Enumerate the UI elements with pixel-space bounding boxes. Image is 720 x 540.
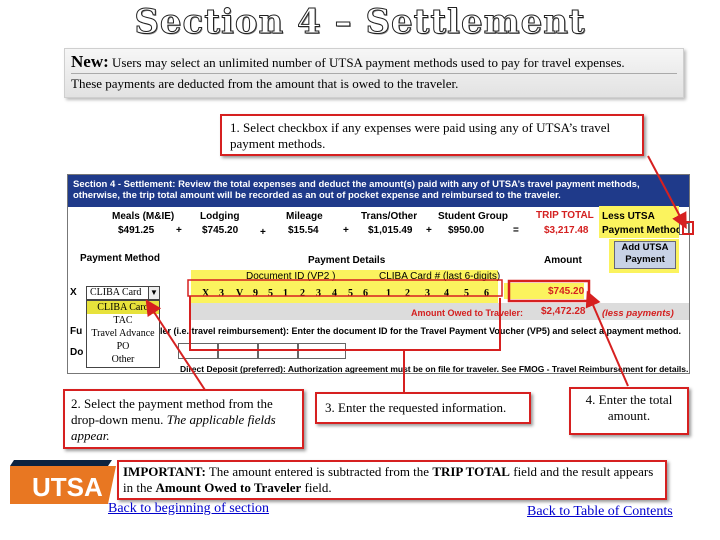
callout-step-2: 2. Select the payment method from the dr… (63, 389, 304, 449)
digits-highlight (187, 279, 503, 297)
back-to-toc-link[interactable]: Back to Table of Contents (527, 504, 673, 520)
step-4-arrow (585, 290, 629, 387)
important-bold-1: TRIP TOTAL (432, 464, 510, 479)
callout-important: IMPORTANT: The amount entered is subtrac… (117, 460, 667, 500)
step-1-arrow (647, 155, 687, 230)
important-bold-2: Amount Owed to Traveler (155, 480, 302, 495)
step-4-text: 4. Enter the total amount. (585, 392, 673, 423)
step-3-text: 3. Enter the requested information. (325, 400, 507, 415)
step-2-arrow (145, 299, 206, 391)
back-to-section-link[interactable]: Back to beginning of section (108, 501, 269, 517)
step-3-bracket-left (189, 296, 405, 392)
important-text-3: field. (304, 480, 332, 495)
checkbox-highlight (682, 221, 694, 235)
important-text-1: The amount entered is subtracted from th… (208, 464, 430, 479)
callout-step-4: 4. Enter the total amount. (569, 387, 689, 435)
logo-text: UTSA (32, 472, 103, 502)
utsa-logo: UTSA (8, 454, 118, 512)
important-label: IMPORTANT: (123, 464, 206, 479)
step-3-bracket-right (404, 298, 501, 351)
amount-highlight (507, 279, 591, 303)
callout-step-3: 3. Enter the requested information. (315, 392, 531, 424)
